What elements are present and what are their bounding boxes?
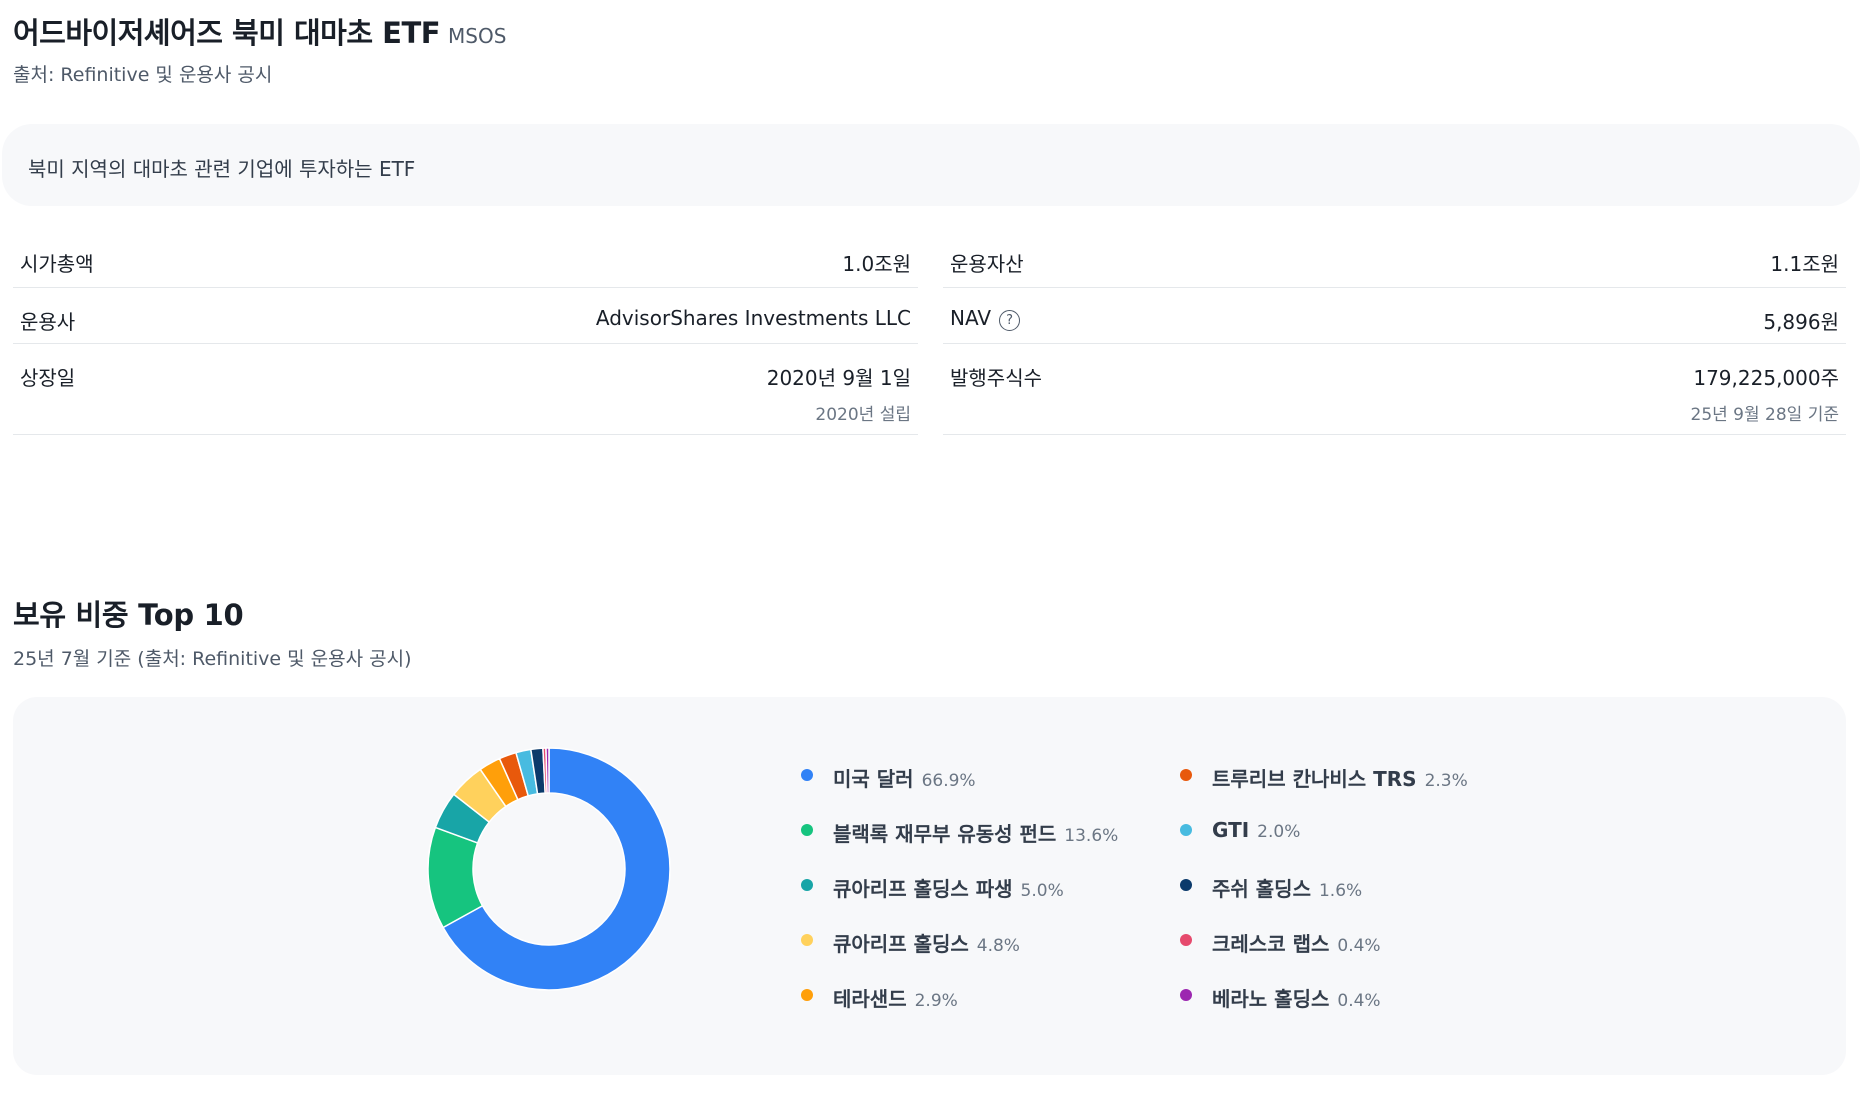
info-label: 상장일 bbox=[20, 366, 76, 390]
legend-label: 미국 달러 66.9% bbox=[833, 767, 976, 791]
donut-slice-10[interactable] bbox=[545, 747, 550, 794]
legend-dot-icon bbox=[1180, 824, 1192, 836]
info-label: 운용자산 bbox=[950, 252, 1024, 276]
legend-percent: 2.9% bbox=[914, 991, 958, 1011]
legend-dot-icon bbox=[801, 769, 813, 781]
legend-percent: 0.4% bbox=[1337, 991, 1381, 1011]
holdings-chart-panel: 미국 달러 66.9% 블랙록 재무부 유동성 펀드 13.6% 큐아리프 홀딩스 파생… bbox=[13, 697, 1846, 1075]
info-value: AdvisorShares Investments LLC bbox=[595, 306, 911, 330]
info-label: 운용사 bbox=[20, 310, 76, 334]
legend-percent: 2.3% bbox=[1424, 771, 1468, 791]
legend-percent: 13.6% bbox=[1064, 826, 1119, 846]
info-label: 시가총액 bbox=[20, 252, 94, 276]
legend-percent: 0.4% bbox=[1337, 936, 1381, 956]
legend-label: 테라샌드 2.9% bbox=[833, 987, 958, 1011]
legend-label: 베라노 홀딩스 0.4% bbox=[1212, 987, 1381, 1011]
legend-label: 주쉬 홀딩스 1.6% bbox=[1212, 877, 1363, 901]
legend-dot-icon bbox=[1180, 989, 1192, 1001]
info-row-nav: NAV? 5,896원 bbox=[943, 288, 1846, 344]
holdings-subtitle: 25년 7월 기준 (출처: Refinitive 및 운용사 공시) bbox=[13, 648, 412, 670]
holdings-title: 보유 비중 Top 10 bbox=[13, 598, 244, 632]
info-subvalue: 2020년 설립 bbox=[815, 405, 911, 425]
info-value: 2020년 9월 1일 bbox=[766, 366, 911, 390]
legend-dot-icon bbox=[801, 879, 813, 891]
legend-percent: 5.0% bbox=[1020, 881, 1064, 901]
legend-label: 트루리브 칸나비스 TRS 2.3% bbox=[1212, 767, 1468, 791]
info-value: 1.1조원 bbox=[1770, 252, 1839, 276]
holdings-donut-chart bbox=[427, 747, 671, 991]
info-subvalue: 25년 9월 28일 기준 bbox=[1690, 405, 1840, 425]
legend-percent: 1.6% bbox=[1318, 881, 1363, 901]
legend-dot-icon bbox=[1180, 769, 1192, 781]
info-row-shares-outstanding: 발행주식수 179,225,000주 25년 9월 28일 기준 bbox=[943, 344, 1846, 435]
nav-label-wrap: NAV? bbox=[950, 306, 1021, 331]
info-label: 발행주식수 bbox=[950, 366, 1042, 390]
legend-label: 블랙록 재무부 유동성 펀드 13.6% bbox=[833, 822, 1119, 846]
info-label: NAV bbox=[950, 306, 992, 330]
fund-description: 북미 지역의 대마초 관련 기업에 투자하는 ETF bbox=[28, 157, 416, 181]
info-row-market-cap: 시가총액 1.0조원 bbox=[13, 230, 918, 288]
info-table-right: 운용자산 1.1조원 NAV? 5,896원 발행주식수 179,225,000… bbox=[943, 230, 1846, 435]
info-value: 179,225,000주 bbox=[1693, 366, 1839, 390]
legend-dot-icon bbox=[1180, 934, 1192, 946]
source-note: 출처: Refinitive 및 운용사 공시 bbox=[13, 64, 273, 86]
fund-ticker: MSOS bbox=[448, 24, 507, 48]
fund-title: 어드바이저셰어즈 북미 대마초 ETF bbox=[13, 16, 441, 50]
legend-percent: 66.9% bbox=[921, 771, 976, 791]
legend-dot-icon bbox=[1180, 879, 1192, 891]
legend-dot-icon bbox=[801, 989, 813, 1001]
info-table-left: 시가총액 1.0조원 운용사 AdvisorShares Investments… bbox=[13, 230, 918, 435]
page-header: 어드바이저셰어즈 북미 대마초 ETF MSOS bbox=[13, 10, 506, 52]
legend-percent: 2.0% bbox=[1257, 822, 1301, 842]
info-row-manager: 운용사 AdvisorShares Investments LLC bbox=[13, 288, 918, 344]
legend-label: 큐아리프 홀딩스 파생 5.0% bbox=[833, 877, 1064, 901]
legend-label: 큐아리프 홀딩스 4.8% bbox=[833, 932, 1020, 956]
legend-dot-icon bbox=[801, 934, 813, 946]
info-value: 5,896원 bbox=[1763, 310, 1839, 334]
legend-label: GTI 2.0% bbox=[1212, 818, 1301, 842]
info-row-aum: 운용자산 1.1조원 bbox=[943, 230, 1846, 288]
info-value: 1.0조원 bbox=[842, 252, 911, 276]
question-circle-icon[interactable]: ? bbox=[999, 310, 1021, 331]
info-row-listing-date: 상장일 2020년 9월 1일 2020년 설립 bbox=[13, 344, 918, 435]
description-box: 북미 지역의 대마초 관련 기업에 투자하는 ETF bbox=[2, 124, 1860, 206]
legend-label: 크레스코 랩스 0.4% bbox=[1212, 932, 1381, 956]
legend-percent: 4.8% bbox=[976, 936, 1020, 956]
legend-dot-icon bbox=[801, 824, 813, 836]
